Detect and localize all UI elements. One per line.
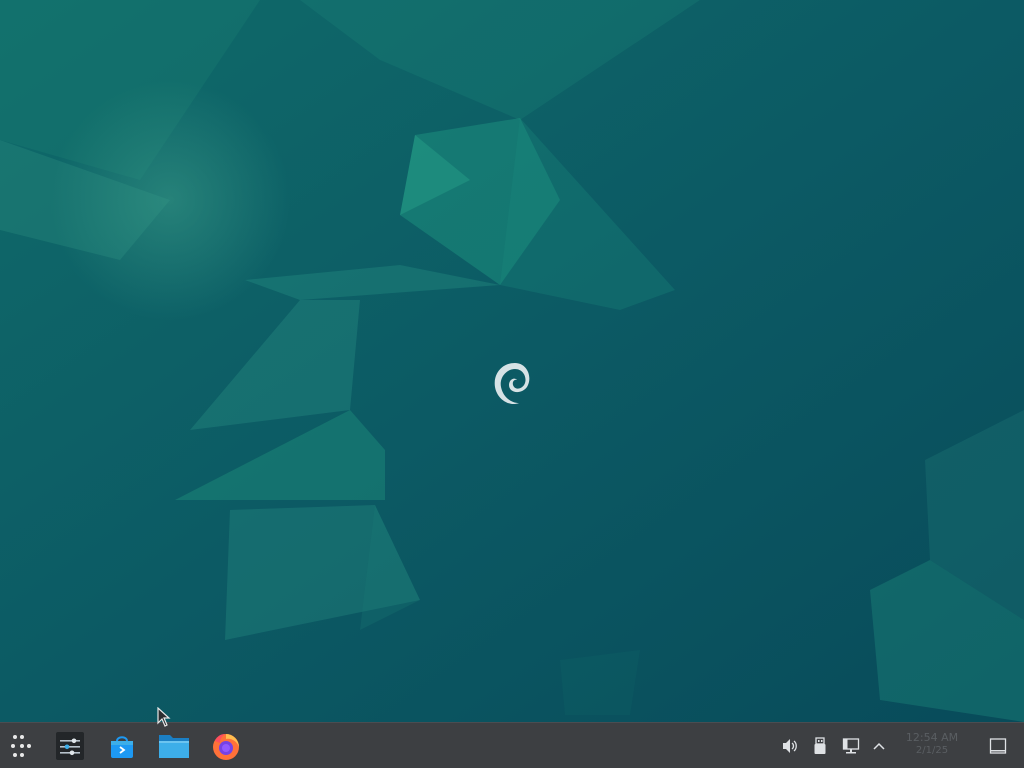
network-tray-button[interactable] xyxy=(838,723,864,769)
app-launcher-icon xyxy=(11,735,31,757)
show-hidden-icons-button[interactable] xyxy=(866,723,892,769)
system-settings-launcher[interactable] xyxy=(48,723,92,769)
discover-store-launcher[interactable] xyxy=(100,723,144,769)
file-manager-launcher[interactable] xyxy=(152,723,196,769)
taskbar-panel: 12:54 AM 2/1/25 xyxy=(0,722,1024,768)
digital-clock[interactable]: 12:54 AM 2/1/25 xyxy=(896,731,968,757)
firefox-launcher[interactable] xyxy=(204,723,248,769)
desktop[interactable] xyxy=(0,0,1024,722)
network-wired-icon xyxy=(842,738,860,754)
removable-devices-tray-button[interactable] xyxy=(807,723,833,769)
show-desktop-button[interactable] xyxy=(985,723,1011,769)
store-bag-icon xyxy=(111,736,133,758)
show-desktop-icon xyxy=(989,738,1007,754)
application-launcher-button[interactable] xyxy=(0,723,44,769)
clock-time: 12:54 AM xyxy=(905,731,959,744)
debian-swirl-icon xyxy=(494,363,530,405)
firefox-icon xyxy=(213,734,239,760)
usb-drive-icon xyxy=(814,737,826,754)
clock-date: 2/1/25 xyxy=(915,745,949,756)
speaker-icon xyxy=(783,739,797,753)
settings-sliders-icon xyxy=(56,732,84,760)
folder-icon xyxy=(159,735,189,758)
chevron-up-icon xyxy=(873,742,885,750)
mouse-pointer-icon xyxy=(157,707,171,727)
volume-tray-button[interactable] xyxy=(777,723,803,769)
